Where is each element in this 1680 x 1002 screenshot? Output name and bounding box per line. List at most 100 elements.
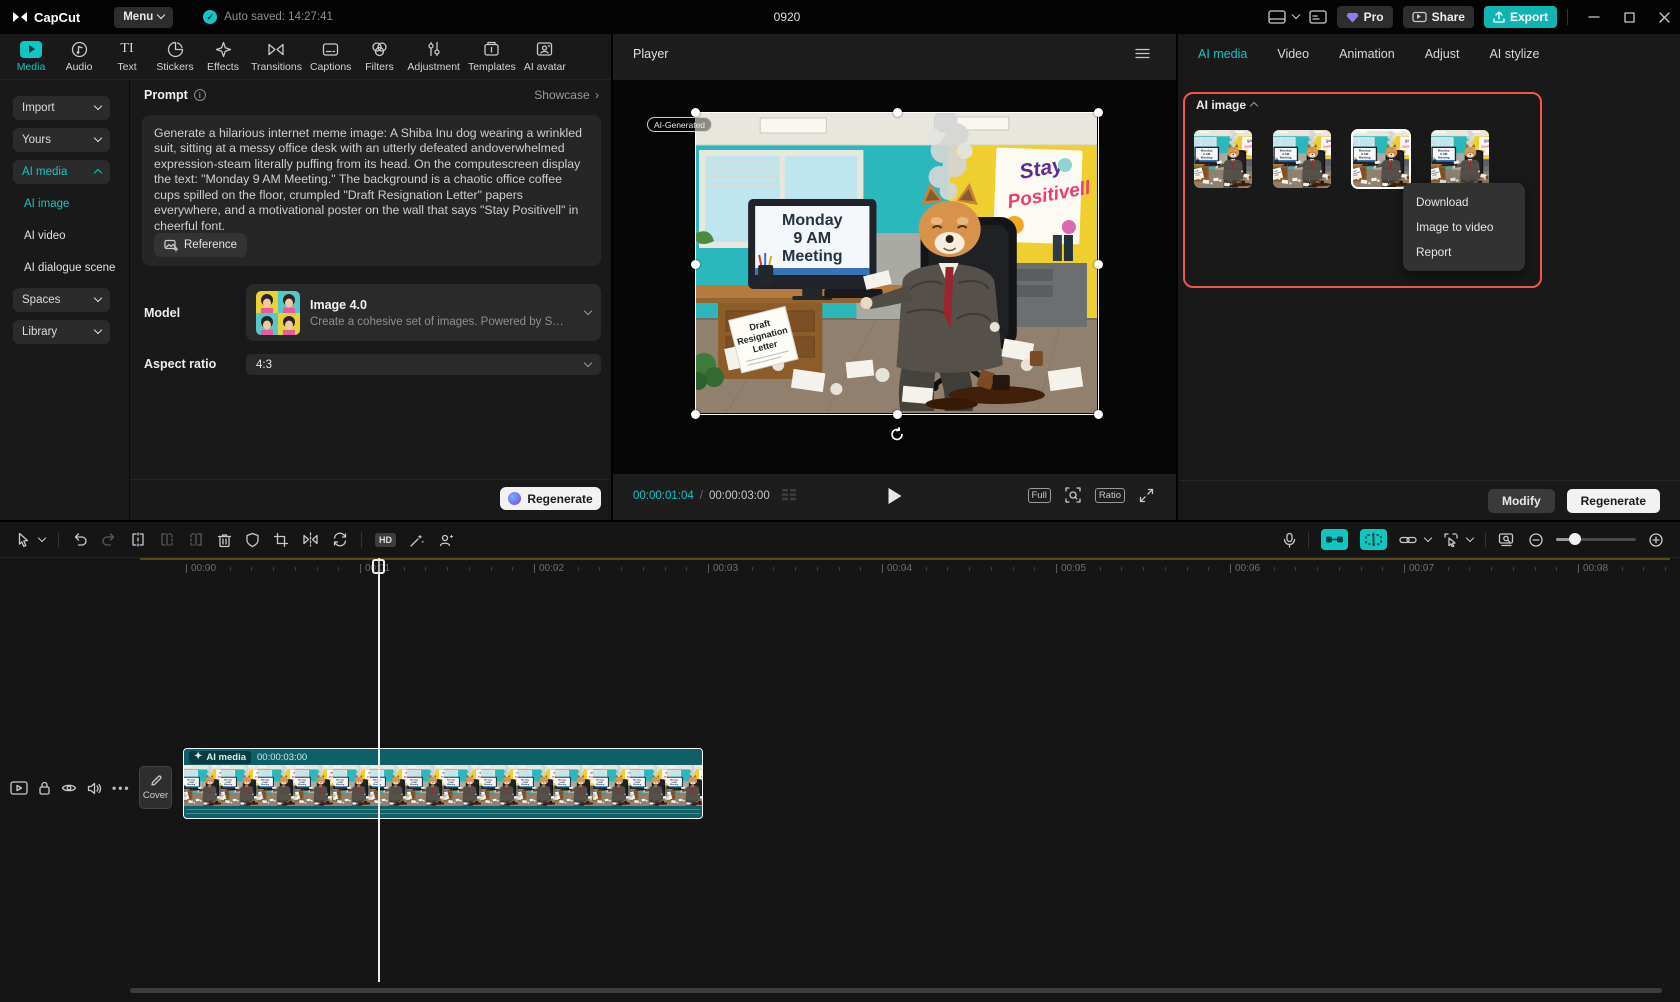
character-button[interactable] [438,532,455,548]
tab-ai-media[interactable]: AI media [1198,47,1247,61]
cover-button[interactable]: Cover [139,766,172,809]
toolbar-tab-adjustment[interactable]: Adjustment [404,35,463,79]
selection-handle-ne[interactable] [1094,108,1103,117]
prompt-regenerate-button[interactable]: Regenerate [500,487,601,510]
reference-button[interactable]: Reference [154,233,248,257]
hd-button[interactable]: HD [375,532,396,547]
selection-handle-n[interactable] [893,108,902,117]
toolbar-tab-filters[interactable]: Filters [356,35,402,79]
player-stage[interactable]: AI-Generated [613,80,1176,474]
generated-image-thumb-3[interactable] [1351,129,1411,189]
sidebar-item-ai-dialogue-scene[interactable]: AI dialogue scene [0,252,129,284]
focus-zoom-icon[interactable] [1065,487,1081,503]
select-tool-button[interactable] [16,532,47,548]
showcase-link[interactable]: Showcase › [534,88,599,102]
mute-track-button[interactable] [87,782,102,795]
toolbar-tab-media[interactable]: Media [8,35,54,79]
selection-handle-sw[interactable] [691,410,700,419]
undo-button[interactable] [72,532,88,547]
maximize-button[interactable] [1624,11,1635,23]
menu-button[interactable]: Menu [114,6,174,28]
model-selector[interactable]: Image 4.0 Create a cohesive set of image… [246,284,601,341]
player-menu-icon[interactable] [1135,48,1150,59]
export-button[interactable]: Export [1483,6,1557,28]
delete-left-button[interactable] [159,532,175,547]
layout-toggle-button[interactable] [1267,10,1300,24]
frame-view-icon[interactable] [781,489,796,502]
playhead[interactable] [372,558,385,982]
tab-ai-stylize[interactable]: AI stylize [1489,47,1539,61]
play-button[interactable] [888,488,901,504]
delete-right-button[interactable] [188,532,204,547]
ai-image-section-header[interactable]: AI image [1196,98,1259,112]
sidebar-item-yours[interactable]: Yours [0,124,129,156]
selection-handle-se[interactable] [1094,410,1103,419]
zoom-in-button[interactable] [1648,532,1664,548]
slider-knob[interactable] [1569,533,1581,545]
record-voiceover-button[interactable] [1283,532,1296,548]
timeline-ruler[interactable]: 00:0000:0100:0200:0300:0400:0500:0600:07… [0,558,1680,581]
mask-button[interactable] [245,532,260,548]
delete-button[interactable] [217,532,232,548]
timeline-scrollbar[interactable] [130,988,1662,993]
player-canvas-image[interactable]: AI-Generated [647,112,1103,441]
close-button[interactable] [1659,11,1670,23]
share-button[interactable]: Share [1402,6,1474,28]
rotate-handle-icon[interactable] [890,427,905,442]
tab-animation[interactable]: Animation [1339,47,1395,61]
menu-item-download[interactable]: Download [1403,189,1525,214]
menu-item-image-to-video[interactable]: Image to video [1403,214,1525,239]
minimize-button[interactable] [1588,11,1600,23]
modify-button[interactable]: Modify [1487,489,1555,513]
toolbar-tab-stickers[interactable]: Stickers [152,35,198,79]
preview-axis-toggle[interactable] [1360,529,1387,550]
redo-button[interactable] [101,532,117,547]
generated-image-thumb-1[interactable] [1194,130,1252,188]
generated-image-thumb-4[interactable] [1431,130,1489,188]
sidebar-item-ai-video[interactable]: AI video [0,220,129,252]
lock-track-button[interactable] [38,781,51,795]
crop-button[interactable] [273,532,289,548]
full-button[interactable]: Full [1027,487,1051,503]
tab-adjust[interactable]: Adjust [1425,47,1460,61]
split-button[interactable] [130,532,146,547]
ratio-button[interactable]: Ratio [1094,487,1125,503]
hide-track-button[interactable] [61,782,77,794]
zoom-out-button[interactable] [1528,532,1544,548]
enhance-button[interactable] [409,532,425,548]
sidebar-item-spaces[interactable]: Spaces [0,284,129,316]
toolbar-tab-templates[interactable]: Templates [465,35,519,79]
panel-layout-button[interactable] [1308,10,1327,24]
pro-button[interactable]: Pro [1336,6,1393,28]
fullscreen-icon[interactable] [1139,488,1154,503]
toolbar-tab-effects[interactable]: Effects [200,35,246,79]
aspect-ratio-selector[interactable]: 4:3 [246,354,601,375]
playhead-handle[interactable] [372,559,385,574]
toolbar-tab-captions[interactable]: Captions [307,35,354,79]
timeline-clip-ai-media[interactable]: ✦ AI media 00:00:03:00 [183,748,703,819]
sidebar-item-ai-media[interactable]: AI media [0,156,129,188]
toolbar-tab-text[interactable]: TI Text [104,35,150,79]
toolbar-tab-transitions[interactable]: Transitions [248,35,305,79]
link-button[interactable] [1399,533,1433,546]
menu-item-report[interactable]: Report [1403,239,1525,264]
cursor-mode-button[interactable] [1443,532,1475,547]
replace-button[interactable] [332,532,348,547]
sidebar-item-import[interactable]: Import [0,92,129,124]
sidebar-item-library[interactable]: Library [0,316,129,348]
tab-video[interactable]: Video [1277,47,1309,61]
track-more-button[interactable]: ••• [112,781,131,795]
flip-button[interactable] [302,532,319,547]
panel-regenerate-button[interactable]: Regenerate [1566,489,1660,513]
generated-image-thumb-2[interactable] [1273,130,1331,188]
selection-handle-nw[interactable] [691,108,700,117]
toolbar-tab-audio[interactable]: Audio [56,35,102,79]
auto-snap-toggle[interactable] [1321,529,1348,550]
selection-handle-s[interactable] [893,410,902,419]
fit-timeline-button[interactable] [1498,532,1516,547]
selection-handle-e[interactable] [1094,259,1103,269]
toolbar-tab-ai-avatar[interactable]: AI avatar [521,35,569,79]
timeline-zoom-slider[interactable] [1556,533,1636,545]
prompt-textarea[interactable]: Generate a hilarious internet meme image… [142,115,601,266]
selection-handle-w[interactable] [691,259,700,269]
